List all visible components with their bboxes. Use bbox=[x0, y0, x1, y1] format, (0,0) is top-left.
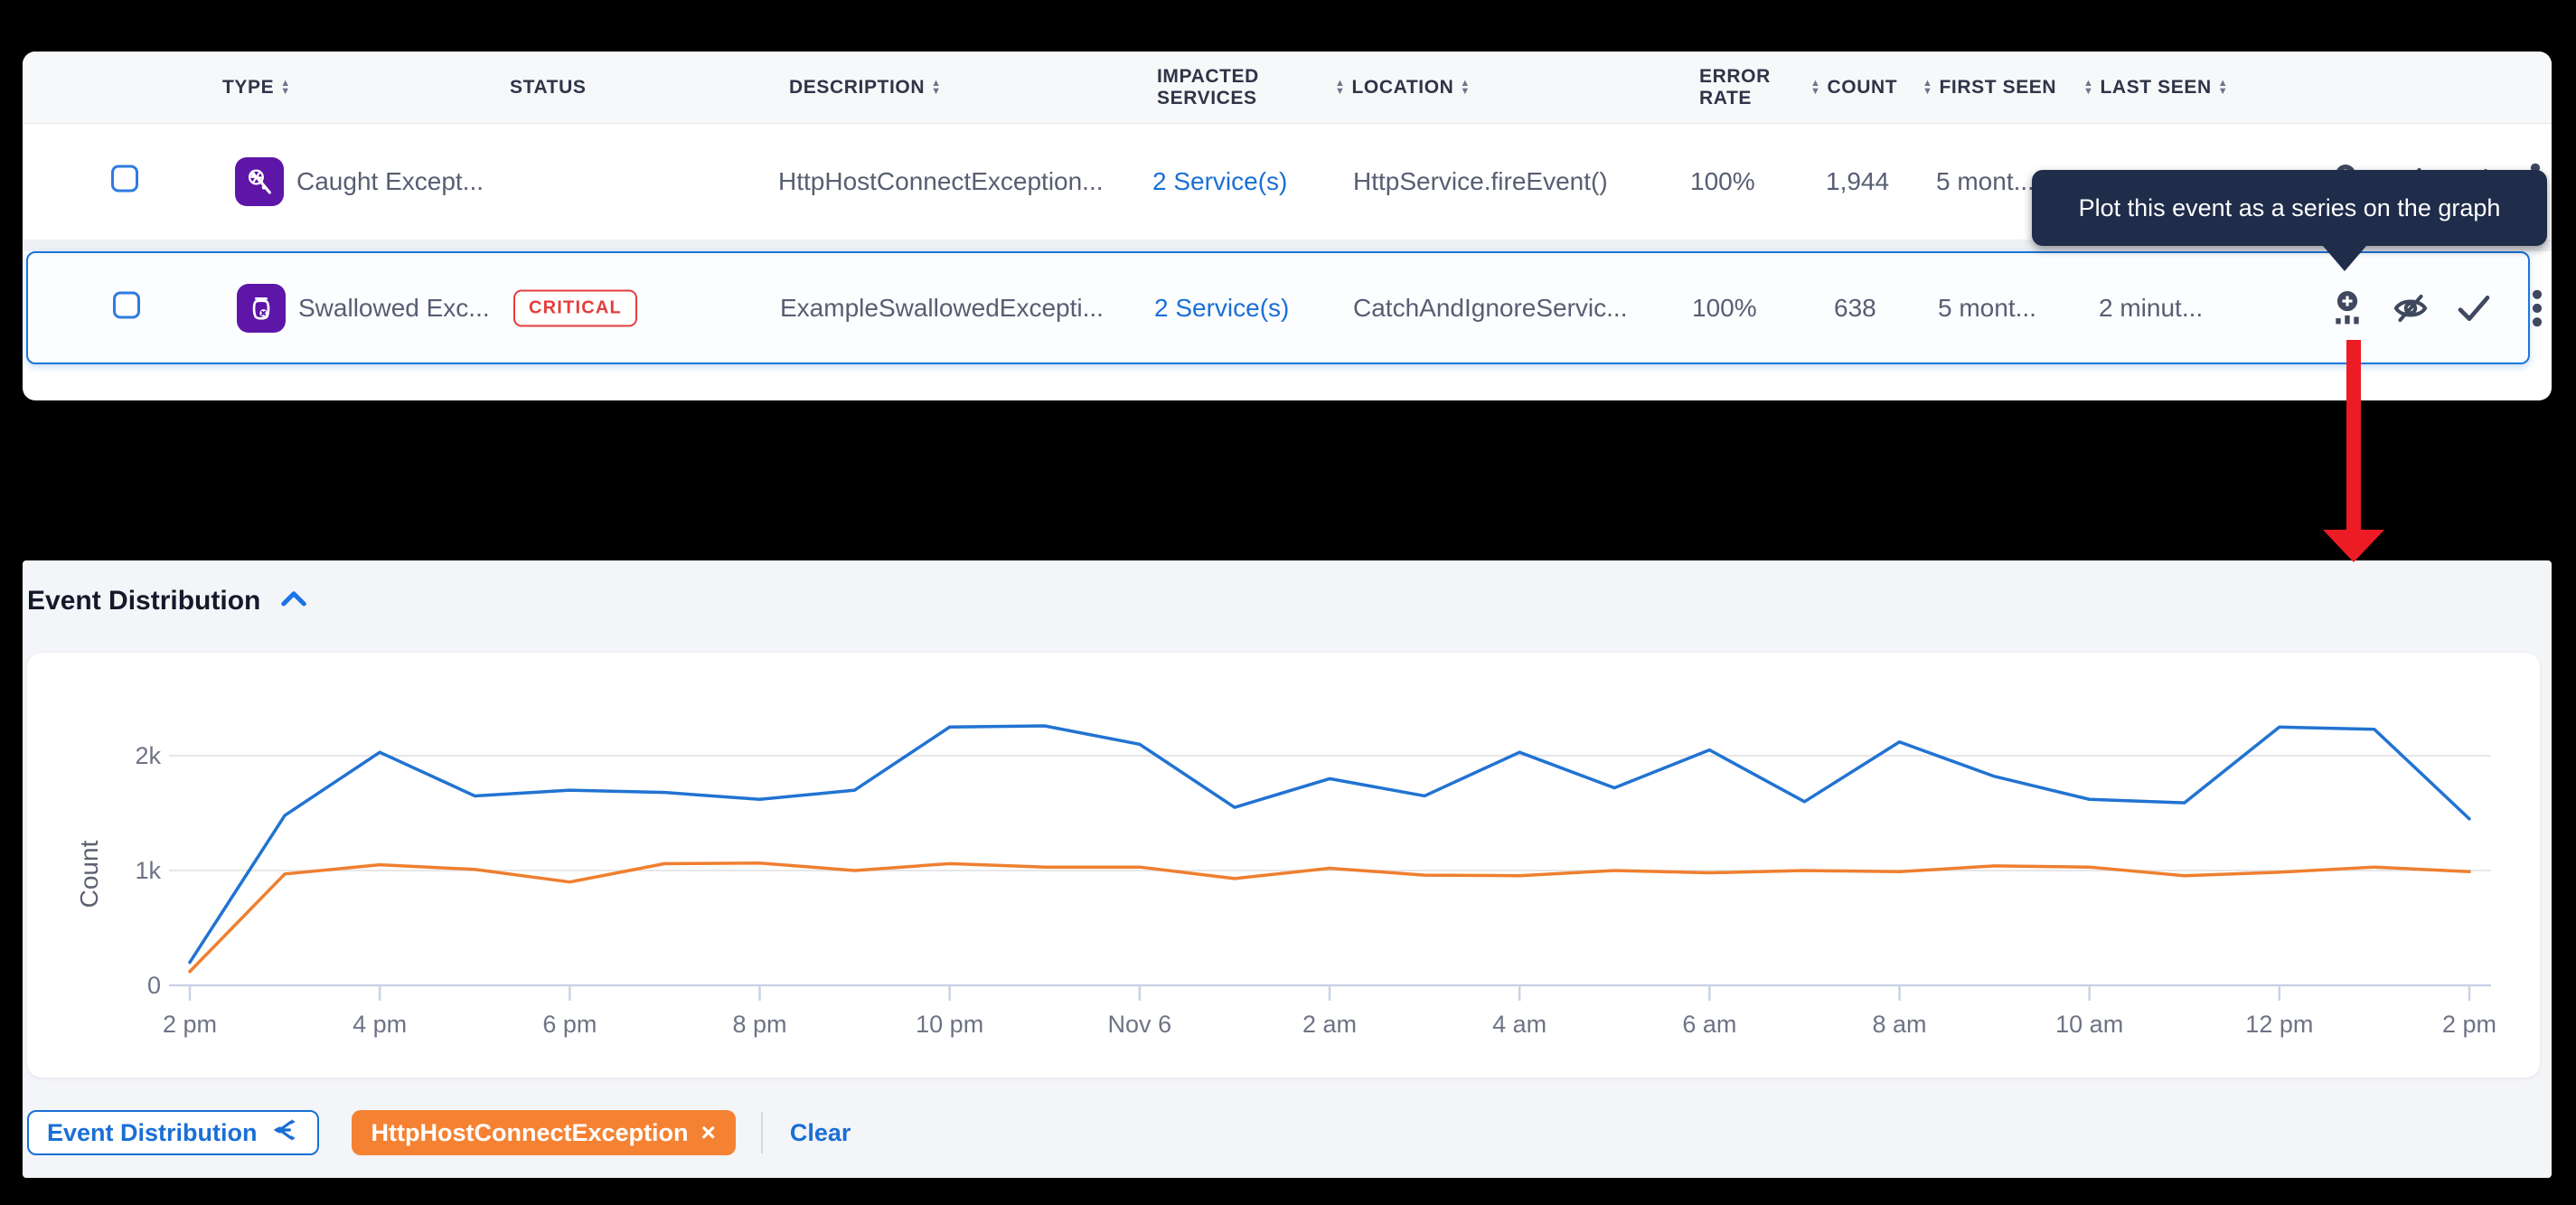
collapse-chevron-icon[interactable] bbox=[280, 588, 307, 616]
column-label: STATUS bbox=[510, 77, 586, 99]
legend-divider bbox=[761, 1112, 763, 1153]
error-rate-cell: 100% bbox=[1690, 167, 1755, 196]
svg-text:8 am: 8 am bbox=[1872, 1011, 1926, 1038]
clear-series-button[interactable]: Clear bbox=[790, 1119, 851, 1147]
sort-icon[interactable]: ▲▼ bbox=[2218, 80, 2229, 96]
sort-icon[interactable]: ▲▼ bbox=[1335, 80, 1346, 96]
row-actions bbox=[2329, 288, 2555, 328]
event-distribution-panel: Event Distribution 0 1k 2k 2 pm 4 pm 6 pm 8 pm… bbox=[23, 560, 2552, 1178]
column-header-last-seen[interactable]: ▲▼ LAST SEEN ▲▼ bbox=[2083, 77, 2228, 99]
series-chip-httphostconnectexception[interactable]: HttpHostConnectException × bbox=[352, 1110, 736, 1155]
table-header-row: TYPE ▲▼ STATUS DESCRIPTION ▲▼ IMPACTED S… bbox=[23, 52, 2552, 124]
svg-text:1k: 1k bbox=[135, 857, 161, 884]
column-label: FIRST SEEN bbox=[1940, 77, 2057, 99]
type-label: Swallowed Exc... bbox=[298, 294, 490, 323]
svg-text:2k: 2k bbox=[135, 742, 161, 769]
filter-chip-label: HttpHostConnectException bbox=[371, 1119, 689, 1147]
resolve-check-icon[interactable] bbox=[2456, 288, 2492, 328]
column-label: LAST SEEN bbox=[2101, 77, 2212, 99]
more-menu-icon[interactable] bbox=[2519, 288, 2555, 328]
status-badge: CRITICAL bbox=[513, 289, 637, 326]
panel-title-row: Event Distribution bbox=[27, 586, 307, 617]
error-rate-cell: 100% bbox=[1692, 294, 1757, 323]
svg-text:2 pm: 2 pm bbox=[163, 1011, 217, 1038]
first-seen-cell: 5 mont... bbox=[1936, 167, 2035, 196]
svg-text:6 am: 6 am bbox=[1682, 1011, 1736, 1038]
tooltip: Plot this event as a series on the graph bbox=[2032, 170, 2547, 246]
column-header-type[interactable]: TYPE ▲▼ bbox=[222, 77, 291, 99]
remove-series-icon[interactable]: × bbox=[701, 1118, 716, 1147]
type-cell: Swallowed Exc... bbox=[237, 284, 490, 333]
last-seen-cell: 2 minut... bbox=[2099, 294, 2203, 323]
svg-text:2 am: 2 am bbox=[1302, 1011, 1357, 1038]
impacted-services-link[interactable]: 2 Service(s) bbox=[1154, 294, 1289, 323]
column-label: COUNT bbox=[1828, 77, 1898, 99]
table-row-selected[interactable]: Swallowed Exc... CRITICAL ExampleSwallow… bbox=[26, 251, 2530, 364]
plot-series-icon bbox=[270, 1116, 299, 1151]
location-cell: CatchAndIgnoreServic... bbox=[1353, 294, 1628, 323]
svg-text:12 pm: 12 pm bbox=[2245, 1011, 2313, 1038]
count-cell: 638 bbox=[1834, 294, 1876, 323]
svg-text:10 pm: 10 pm bbox=[916, 1011, 983, 1038]
type-label: Caught Except... bbox=[296, 167, 484, 196]
swallowed-exception-icon bbox=[237, 284, 286, 333]
sort-icon[interactable]: ▲▼ bbox=[1810, 80, 1821, 96]
column-header-count[interactable]: ▲▼ COUNT bbox=[1810, 77, 1897, 99]
series-chip-label: Event Distribution bbox=[47, 1119, 258, 1147]
svg-text:4 am: 4 am bbox=[1492, 1011, 1547, 1038]
column-header-status[interactable]: STATUS bbox=[510, 77, 586, 99]
svg-text:Count: Count bbox=[75, 840, 103, 908]
chart-card: 0 1k 2k 2 pm 4 pm 6 pm 8 pm 10 pm Nov 6 2 am 4 am 6… bbox=[27, 653, 2540, 1078]
chart-legend-row: Event Distribution HttpHostConnectExcept… bbox=[27, 1110, 851, 1155]
sort-icon[interactable]: ▲▼ bbox=[931, 80, 942, 96]
sort-icon[interactable]: ▲▼ bbox=[2083, 80, 2094, 96]
column-header-location[interactable]: ▲▼ LOCATION ▲▼ bbox=[1335, 77, 1471, 99]
row-checkbox[interactable] bbox=[113, 291, 140, 325]
column-label: TYPE bbox=[222, 77, 274, 99]
status-cell: CRITICAL bbox=[513, 289, 637, 326]
svg-text:0: 0 bbox=[147, 972, 161, 999]
screenshot-stage: TYPE ▲▼ STATUS DESCRIPTION ▲▼ IMPACTED S… bbox=[0, 0, 2576, 1205]
description-cell[interactable]: ExampleSwallowedExcepti... bbox=[780, 294, 1104, 323]
column-header-first-seen[interactable]: ▲▼ FIRST SEEN bbox=[1923, 77, 2056, 99]
column-label: IMPACTED SERVICES bbox=[1157, 66, 1279, 109]
column-header-description[interactable]: DESCRIPTION ▲▼ bbox=[789, 77, 942, 99]
description-cell[interactable]: HttpHostConnectException... bbox=[778, 167, 1104, 196]
svg-text:6 pm: 6 pm bbox=[542, 1011, 597, 1038]
svg-text:Nov 6: Nov 6 bbox=[1108, 1011, 1172, 1038]
plot-on-graph-icon[interactable] bbox=[2329, 288, 2365, 328]
panel-title: Event Distribution bbox=[27, 586, 260, 617]
sort-icon[interactable]: ▲▼ bbox=[1923, 80, 1933, 96]
tooltip-text: Plot this event as a series on the graph bbox=[2079, 194, 2501, 222]
svg-text:2 pm: 2 pm bbox=[2442, 1011, 2496, 1038]
svg-text:8 pm: 8 pm bbox=[732, 1011, 786, 1038]
sort-icon[interactable]: ▲▼ bbox=[280, 80, 291, 96]
svg-text:10 am: 10 am bbox=[2055, 1011, 2123, 1038]
series-chip-event-distribution[interactable]: Event Distribution bbox=[27, 1110, 319, 1155]
type-cell: Caught Except... bbox=[235, 157, 484, 206]
svg-text:4 pm: 4 pm bbox=[353, 1011, 407, 1038]
sort-icon[interactable]: ▲▼ bbox=[1460, 80, 1471, 96]
column-label: LOCATION bbox=[1352, 77, 1454, 99]
column-label: ERROR RATE bbox=[1699, 66, 1781, 109]
row-checkbox[interactable] bbox=[111, 165, 138, 199]
caught-exception-icon bbox=[235, 157, 284, 206]
column-label: DESCRIPTION bbox=[789, 77, 925, 99]
hide-event-icon[interactable] bbox=[2393, 288, 2429, 328]
first-seen-cell: 5 mont... bbox=[1938, 294, 2036, 323]
count-cell: 1,944 bbox=[1826, 167, 1889, 196]
red-annotation-arrow bbox=[2323, 340, 2384, 562]
location-cell: HttpService.fireEvent() bbox=[1353, 167, 1608, 196]
column-header-error-rate[interactable]: ERROR RATE bbox=[1699, 66, 1781, 109]
event-distribution-chart: 0 1k 2k 2 pm 4 pm 6 pm 8 pm 10 pm Nov 6 2 am 4 am 6… bbox=[27, 653, 2540, 1078]
impacted-services-link[interactable]: 2 Service(s) bbox=[1152, 167, 1287, 196]
column-header-impacted-services[interactable]: IMPACTED SERVICES bbox=[1157, 66, 1279, 109]
